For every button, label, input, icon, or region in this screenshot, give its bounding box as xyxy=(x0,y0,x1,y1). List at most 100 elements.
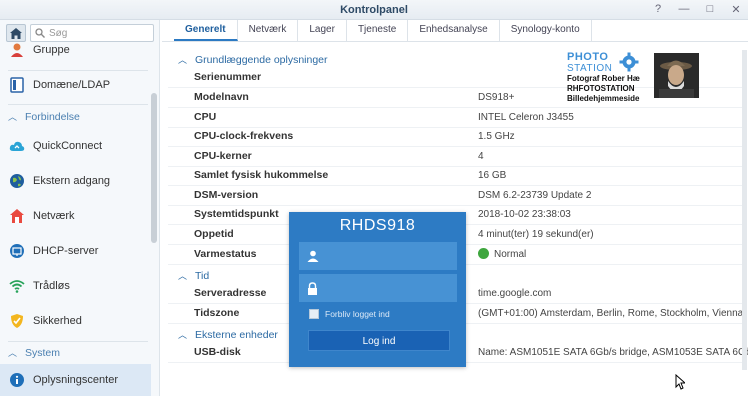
row-value: Name: ASM1051E SATA 6Gb/s bridge, ASM105… xyxy=(478,346,748,358)
divider xyxy=(8,341,148,342)
row-label: Serveradresse xyxy=(194,287,267,300)
help-button[interactable]: ? xyxy=(652,3,664,16)
minimize-button[interactable]: — xyxy=(678,3,690,16)
info-row: DSM-version DSM 6.2-23739 Update 2 xyxy=(168,186,742,206)
row-value: 2018-10-02 23:38:03 xyxy=(478,208,571,220)
row-label: CPU xyxy=(194,111,217,124)
tab-bar: Generelt Netværk Lager Tjeneste Enhedsan… xyxy=(174,20,592,41)
row-label: Systemtidspunkt xyxy=(194,208,279,221)
sidebar-scrollbar[interactable] xyxy=(151,93,157,243)
section-external-devices[interactable]: ︿ Eksterne enheder xyxy=(178,328,278,341)
chevron-up-icon: ︿ xyxy=(178,55,188,65)
row-value: DS918+ xyxy=(478,91,515,103)
remember-checkbox[interactable] xyxy=(309,309,319,319)
row-label: USB-disk xyxy=(194,346,241,359)
row-value: 4 xyxy=(478,150,484,162)
row-label: Oppetid xyxy=(194,228,234,241)
row-value: INTEL Celeron J3455 xyxy=(478,111,574,123)
main-scrollbar[interactable] xyxy=(742,50,747,370)
info-row: CPU INTEL Celeron J3455 xyxy=(168,108,742,128)
username-input[interactable] xyxy=(325,250,445,262)
login-button[interactable]: Log ind xyxy=(308,330,450,351)
row-label: Varmestatus xyxy=(194,248,257,261)
chevron-up-icon: ︿ xyxy=(178,271,188,281)
sidebar-item-security[interactable]: Sikkerhed xyxy=(0,305,151,337)
sidebar-item-label: Netværk xyxy=(33,210,75,222)
watermark-line3: Billedehjemmeside xyxy=(567,94,640,103)
house-network-icon xyxy=(9,208,25,224)
status-ok-icon xyxy=(478,248,489,260)
row-value: 16 GB xyxy=(478,169,507,181)
info-icon xyxy=(9,372,25,388)
tab-network[interactable]: Netværk xyxy=(238,20,299,41)
window-controls: ? — □ ✕ xyxy=(652,3,742,16)
chevron-up-icon: ︿ xyxy=(8,112,18,122)
chevron-up-icon: ︿ xyxy=(178,330,188,340)
sidebar-item-label: Sikkerhed xyxy=(33,315,82,327)
row-label: DSM-version xyxy=(194,189,259,202)
tab-device-analytics[interactable]: Enhedsanalyse xyxy=(408,20,500,41)
row-value: time.google.com xyxy=(478,287,552,299)
section-label: System xyxy=(25,346,61,359)
row-value: 4 minut(ter) 19 sekund(er) xyxy=(478,228,594,240)
section-title: Grundlæggende oplysninger xyxy=(195,53,328,66)
row-label: Tidszone xyxy=(194,307,240,320)
remember-me[interactable]: Forbliv logget ind xyxy=(309,309,390,319)
section-title: Tid xyxy=(195,269,210,282)
row-value: 1.5 GHz xyxy=(478,130,515,142)
sidebar-section-connection[interactable]: ︿ Forbindelse xyxy=(8,110,80,123)
gear-icon xyxy=(619,52,639,72)
mouse-cursor-icon xyxy=(675,374,685,390)
photostation-watermark: PHOTO STATION Fotograf Rober Hæ RHFOTOST… xyxy=(565,51,700,103)
tab-general[interactable]: Generelt xyxy=(174,20,238,41)
info-row: CPU-kerner 4 xyxy=(168,147,742,167)
sidebar-item-label: Gruppe xyxy=(33,44,70,56)
status-text: Normal xyxy=(494,249,527,261)
maximize-button[interactable]: □ xyxy=(704,3,716,16)
sidebar-item-label: Oplysningscenter xyxy=(33,374,118,386)
section-label: Forbindelse xyxy=(25,110,80,123)
sidebar-item-quickconnect[interactable]: QuickConnect xyxy=(0,130,151,162)
watermark-line2: RHFOTOSTATION xyxy=(567,84,635,93)
chevron-up-icon: ︿ xyxy=(8,348,18,358)
row-label: CPU-clock-frekvens xyxy=(194,130,294,143)
sidebar-item-group[interactable]: Gruppe xyxy=(0,34,151,66)
section-basic-info[interactable]: ︿ Grundlæggende oplysninger xyxy=(178,53,328,66)
password-field[interactable] xyxy=(299,274,457,302)
row-label: Samlet fysisk hukommelse xyxy=(194,169,329,182)
login-title: RHDS918 xyxy=(339,217,416,234)
sidebar-item-network[interactable]: Netværk xyxy=(0,200,151,232)
watermark-photo: PHOTO xyxy=(567,51,609,63)
tab-service[interactable]: Tjeneste xyxy=(347,20,409,41)
sidebar-item-label: Trådløs xyxy=(33,280,70,292)
tab-storage[interactable]: Lager xyxy=(298,20,347,41)
sidebar: Gruppe Domæne/LDAP ︿ Forbindelse QuickCo… xyxy=(0,20,160,396)
username-field[interactable] xyxy=(299,242,457,270)
info-row: Samlet fysisk hukommelse 16 GB xyxy=(168,166,742,186)
password-input[interactable] xyxy=(324,282,444,294)
globe-icon xyxy=(9,173,25,189)
sidebar-item-label: DHCP-server xyxy=(33,245,99,257)
close-button[interactable]: ✕ xyxy=(730,3,742,16)
section-time[interactable]: ︿ Tid xyxy=(178,269,209,282)
row-value: (GMT+01:00) Amsterdam, Berlin, Rome, Sto… xyxy=(478,307,744,319)
sidebar-section-system[interactable]: ︿ System xyxy=(8,346,60,359)
watermark-station: STATION xyxy=(567,63,613,74)
sidebar-item-external-access[interactable]: Ekstern adgang xyxy=(0,165,151,197)
info-row: CPU-clock-frekvens 1.5 GHz xyxy=(168,127,742,147)
wifi-icon xyxy=(9,278,25,294)
directory-icon xyxy=(9,77,25,93)
tab-synology-account[interactable]: Synology-konto xyxy=(500,20,592,41)
group-icon xyxy=(9,42,25,58)
divider xyxy=(8,104,148,105)
section-title: Eksterne enheder xyxy=(195,328,278,341)
sidebar-item-info-center[interactable]: Oplysningscenter xyxy=(0,364,151,396)
sidebar-item-wireless[interactable]: Trådløs xyxy=(0,270,151,302)
sidebar-item-label: Domæne/LDAP xyxy=(33,79,111,91)
dhcp-icon xyxy=(9,243,25,259)
sidebar-item-domain-ldap[interactable]: Domæne/LDAP xyxy=(0,69,151,101)
divider xyxy=(162,41,748,42)
watermark-line1: Fotograf Rober Hæ xyxy=(567,74,640,83)
sidebar-item-dhcp-server[interactable]: DHCP-server xyxy=(0,235,151,267)
row-label: CPU-kerner xyxy=(194,150,252,163)
